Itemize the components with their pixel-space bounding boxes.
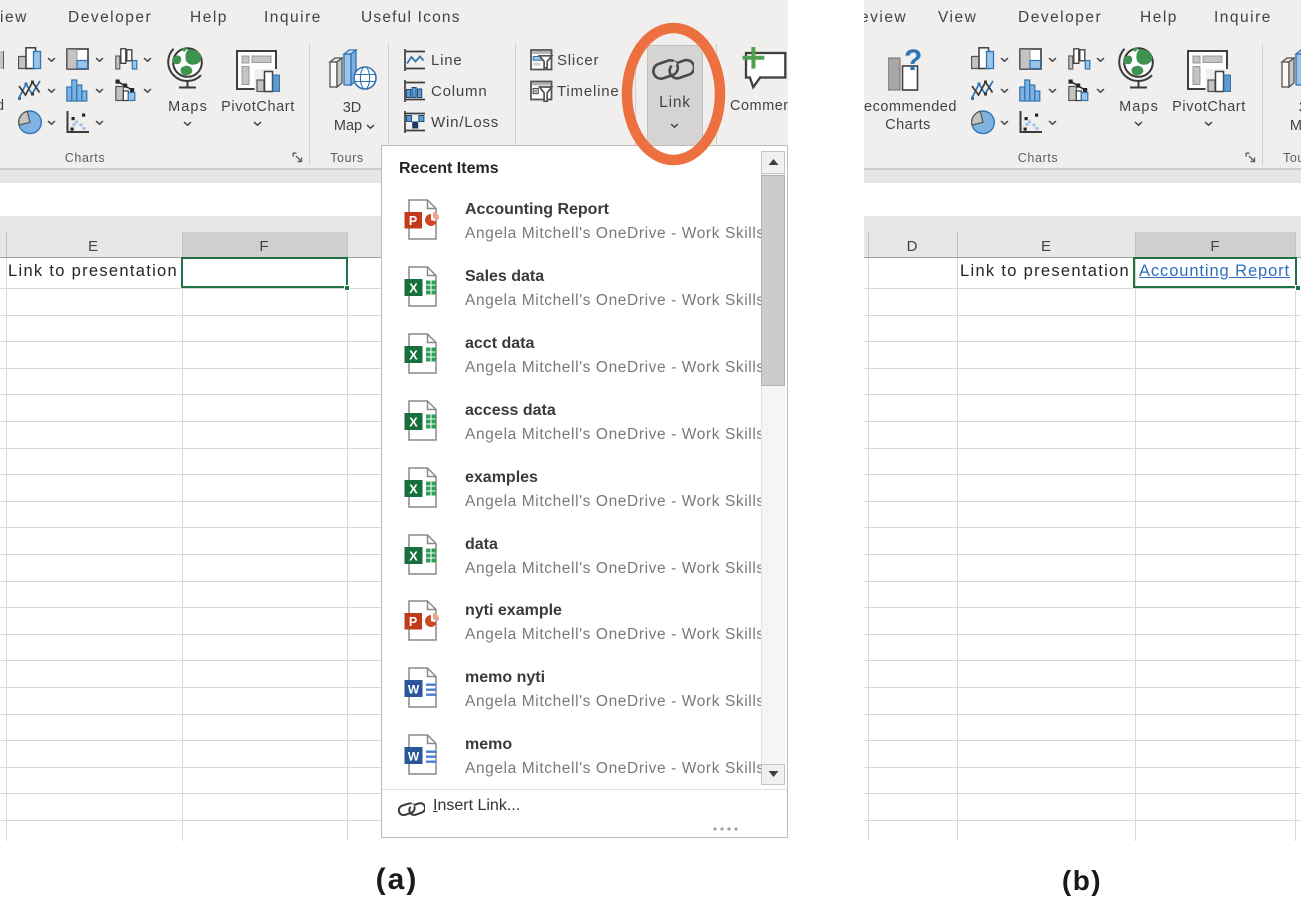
- svg-text:P: P: [409, 615, 417, 629]
- svg-text:X: X: [409, 415, 418, 430]
- svg-text:P: P: [409, 214, 417, 228]
- svg-text:X: X: [409, 482, 418, 497]
- svg-text:W: W: [408, 750, 420, 764]
- svg-text:X: X: [409, 281, 418, 296]
- svg-text:X: X: [409, 549, 418, 564]
- svg-text:W: W: [408, 683, 420, 697]
- svg-text:X: X: [409, 348, 418, 363]
